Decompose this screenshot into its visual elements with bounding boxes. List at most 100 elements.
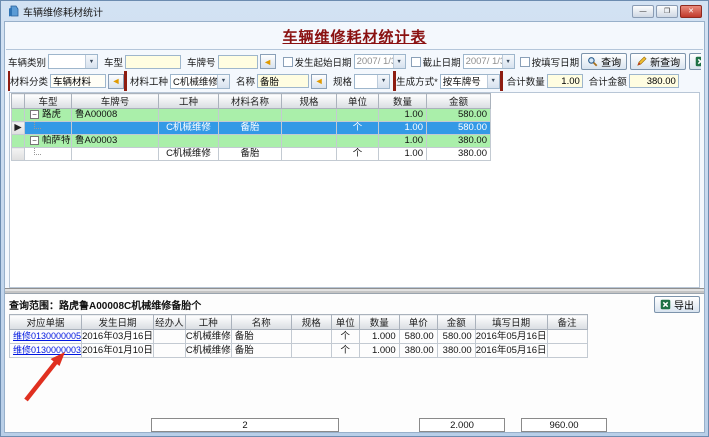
column-header-note[interactable]: 备注 [547,315,587,330]
cell[interactable] [282,122,337,135]
column-header-name[interactable]: 名称 [231,315,291,330]
cell[interactable] [547,344,587,358]
cell[interactable]: 380.00 [427,148,491,161]
column-header-qty[interactable]: 数量 [359,315,399,330]
maximize-button[interactable]: ❐ [656,5,678,18]
cell[interactable] [547,330,587,344]
vehicle-model-input[interactable] [125,55,181,69]
cell[interactable] [291,344,331,358]
cell[interactable] [337,135,379,148]
cell[interactable]: −路虎 [25,109,72,122]
cell[interactable] [153,330,185,344]
column-header-spec[interactable]: 规格 [282,94,337,109]
cell[interactable]: 1.00 [379,109,427,122]
doc-link[interactable]: 维修0130000005 [13,331,81,341]
cell[interactable]: 1.000 [359,344,399,358]
plate-input[interactable] [218,55,258,69]
cell[interactable]: 580.00 [427,122,491,135]
column-header-price[interactable]: 单价 [399,315,437,330]
column-header-unit[interactable]: 单位 [337,94,379,109]
cell[interactable]: C机械维修 [185,344,231,358]
cell[interactable] [219,109,282,122]
cell[interactable]: C机械维修 [159,122,219,135]
spec-select[interactable]: ▼ [354,74,390,89]
cell[interactable]: 备胎 [231,330,291,344]
column-header-amount[interactable]: 金额 [427,94,491,109]
column-header-unit[interactable]: 单位 [331,315,359,330]
cell[interactable]: 个 [337,122,379,135]
cell[interactable]: 380.00 [437,344,475,358]
column-header-material-name[interactable]: 材料名称 [219,94,282,109]
cell[interactable] [337,109,379,122]
column-header-worktype[interactable]: 工种 [159,94,219,109]
cell[interactable] [282,135,337,148]
cell[interactable]: 鲁A00003 [72,135,159,148]
cell[interactable] [72,148,159,161]
cell[interactable]: C机械维修 [159,148,219,161]
cell[interactable] [282,109,337,122]
material-category-picker-button[interactable]: ◄ [108,74,124,89]
cell[interactable] [291,330,331,344]
table-row-group-2[interactable]: −帕萨特 鲁A00003 1.00 380.00 [12,135,491,148]
by-fill-date-checkbox[interactable] [520,57,530,67]
cell[interactable]: 1.00 [379,135,427,148]
cell[interactable]: 备胎 [219,148,282,161]
material-worktype-select[interactable]: C机械维修 ▼ [170,74,230,89]
cell[interactable]: 380.00 [399,344,437,358]
vehicle-category-select[interactable]: ▼ [48,54,98,69]
export-button[interactable]: 导出 [689,53,701,70]
query-button[interactable]: 查询 [581,53,627,70]
doc-link[interactable]: 维修0130000003 [13,345,81,355]
start-date-select[interactable]: 2007/ 1/31 ▼ [354,54,406,69]
cell[interactable] [25,148,72,161]
table-row-detail-2[interactable]: C机械维修 备胎 个 1.00 380.00 [12,148,491,161]
name-picker-button[interactable]: ◄ [311,74,327,89]
cell[interactable]: 备胎 [219,122,282,135]
cell[interactable]: 个 [331,344,359,358]
cell[interactable]: 580.00 [427,109,491,122]
cell[interactable]: 1.00 [379,148,427,161]
cell[interactable]: 1.00 [379,122,427,135]
cell[interactable] [153,344,185,358]
column-header-spec[interactable]: 规格 [291,315,331,330]
table-row-selected[interactable]: ▶ C机械维修 备胎 个 1.00 580.00 [12,122,491,135]
cell[interactable] [25,122,72,135]
cell[interactable]: 580.00 [437,330,475,344]
name-input[interactable] [257,74,309,88]
collapse-icon[interactable]: − [30,110,39,119]
query-row-1[interactable]: 维修0130000005 2016年03月16日 C机械维修 备胎 个 1.00… [10,330,588,344]
table-row-group-1[interactable]: −路虎 鲁A00008 1.00 580.00 [12,109,491,122]
cell[interactable] [219,135,282,148]
material-category-input[interactable] [50,74,106,88]
minimize-button[interactable]: — [632,5,654,18]
cell[interactable]: 鲁A00008 [72,109,159,122]
cell[interactable]: 2016年03月16日 [82,330,154,344]
end-date-label[interactable]: 截止日期 [423,55,461,69]
cell[interactable]: 2016年05月16日 [475,330,547,344]
cell[interactable] [159,135,219,148]
cell[interactable]: 个 [337,148,379,161]
column-header-worktype[interactable]: 工种 [185,315,231,330]
column-header-date[interactable]: 发生日期 [82,315,154,330]
collapse-icon[interactable]: − [30,136,39,145]
query-export-button[interactable]: 导出 [654,296,700,313]
column-header-amount[interactable]: 金额 [437,315,475,330]
generate-mode-select[interactable]: 按车牌号 ▼ [440,74,500,89]
cell[interactable] [159,109,219,122]
by-fill-date-label[interactable]: 按填写日期 [532,55,580,69]
column-header-qty[interactable]: 数量 [379,94,427,109]
cell[interactable]: −帕萨特 [25,135,72,148]
cell[interactable] [72,122,159,135]
cell[interactable]: 备胎 [231,344,291,358]
start-date-checkbox[interactable] [283,57,293,67]
cell[interactable]: 2016年05月16日 [475,344,547,358]
cell[interactable]: 580.00 [399,330,437,344]
column-header-handler[interactable]: 经办人 [153,315,185,330]
start-date-label[interactable]: 发生起始日期 [295,55,352,69]
cell[interactable]: 1.000 [359,330,399,344]
cell[interactable]: 2016年01月10日 [82,344,154,358]
close-window-button[interactable]: ✕ [680,5,702,18]
column-header-vehicle-model[interactable]: 车型 [25,94,72,109]
end-date-select[interactable]: 2007/ 1/31 ▼ [463,54,515,69]
column-header-plate[interactable]: 车牌号 [72,94,159,109]
